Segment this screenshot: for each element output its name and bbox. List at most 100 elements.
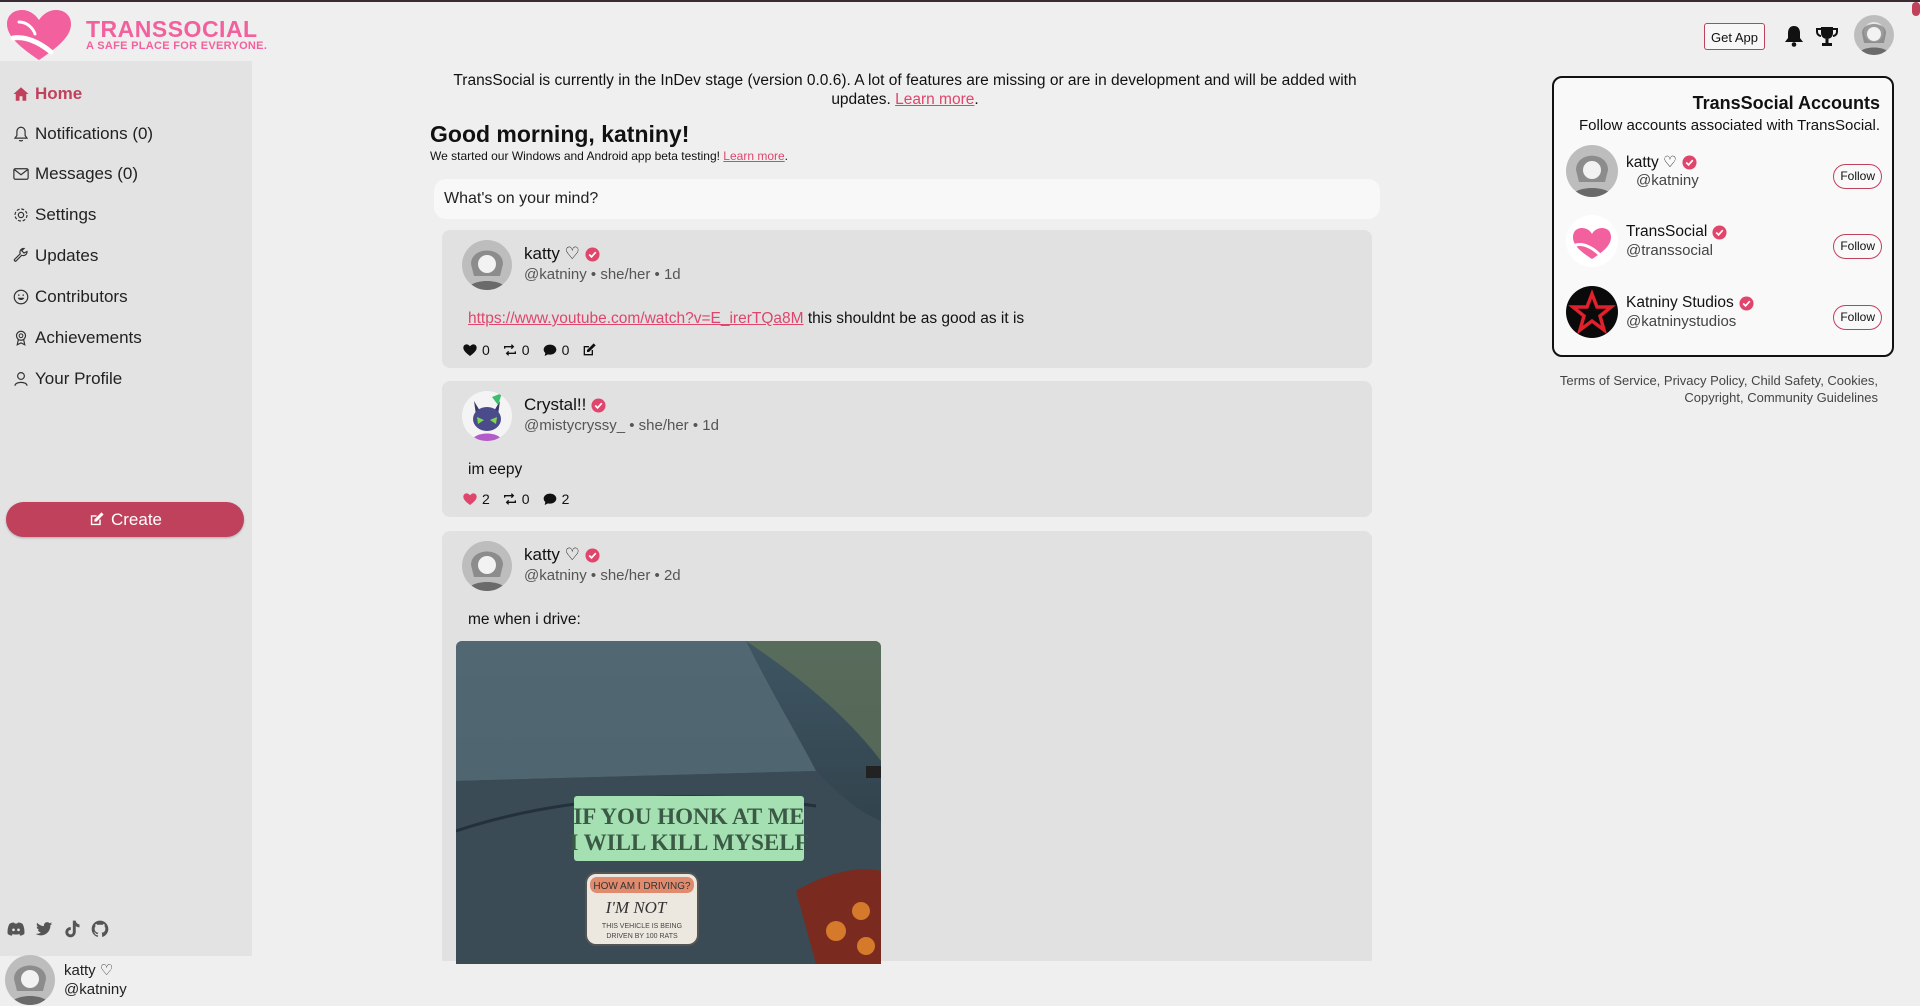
comment-button[interactable]: 0	[542, 342, 569, 358]
svg-text:DRIVEN BY 100 RATS: DRIVEN BY 100 RATS	[606, 933, 678, 940]
post-card[interactable]: katty ♡ @katniny • she/her • 2d me when …	[442, 531, 1372, 964]
tiktok-icon[interactable]	[62, 919, 82, 939]
sidebar-item-notifications[interactable]: Notifications (0)	[12, 119, 153, 149]
current-user-name: katty ♡	[64, 962, 114, 979]
logo-heart-icon[interactable]	[5, 8, 73, 64]
like-button[interactable]: 2	[462, 491, 490, 507]
post-link[interactable]: https://www.youtube.com/watch?v=E_irerTQ…	[468, 310, 804, 327]
sidebar-item-label: Achievements	[35, 328, 142, 347]
account-handle: @transsocial	[1626, 242, 1713, 259]
twitter-icon[interactable]	[34, 919, 54, 939]
sidebar-item-achievements[interactable]: Achievements	[12, 323, 142, 353]
wrench-icon	[13, 247, 28, 262]
panel-subtitle: Follow accounts associated with TransSoc…	[1579, 117, 1880, 134]
repost-icon	[503, 493, 516, 505]
svg-text:THIS VEHICLE IS BEING: THIS VEHICLE IS BEING	[602, 923, 682, 930]
svg-text:HOW AM I DRIVING?: HOW AM I DRIVING?	[593, 881, 691, 892]
post-body: https://www.youtube.com/watch?v=E_irerTQ…	[468, 310, 1024, 328]
get-app-button[interactable]: Get App	[1704, 23, 1765, 50]
scrollbar-thumb[interactable]	[1912, 2, 1920, 16]
follow-button[interactable]: Follow	[1833, 305, 1882, 330]
follow-button[interactable]: Follow	[1833, 234, 1882, 259]
edit-icon	[584, 343, 597, 356]
avatar	[1566, 145, 1618, 197]
account-handle: @katniny	[1636, 172, 1699, 189]
trophy-icon[interactable]	[1815, 24, 1839, 48]
footer-links-line-2[interactable]: Copyright, Community Guidelines	[1520, 389, 1878, 406]
repost-count: 0	[521, 342, 530, 358]
sticker-line-2: I WILL KILL MYSELF	[569, 830, 808, 855]
create-button-label: Create	[110, 509, 163, 529]
sidebar-item-profile[interactable]: Your Profile	[12, 364, 122, 394]
create-button[interactable]: Create	[6, 502, 244, 537]
like-count: 2	[482, 491, 490, 507]
account-row[interactable]: Katniny Studios @katninystudios Follow	[1566, 286, 1882, 342]
sidebar-item-label: Messages (0)	[35, 164, 138, 183]
current-user-card[interactable]: katty ♡ @katniny	[5, 954, 127, 1006]
indev-banner: TransSocial is currently in the InDev st…	[453, 72, 1357, 108]
bell-icon[interactable]	[1782, 24, 1806, 48]
repost-button[interactable]: 0	[502, 342, 530, 358]
post-card[interactable]: Crystal!! @mistycryssy_ • she/her • 1d i…	[442, 381, 1372, 517]
post-image[interactable]: IF YOU HONK AT ME I WILL KILL MYSELF HOW…	[456, 641, 881, 964]
sidebar-item-settings[interactable]: Settings	[12, 200, 96, 230]
beta-note-text: We started our Windows and Android app b…	[430, 149, 720, 163]
post-composer-input[interactable]: What's on your mind?	[434, 179, 1380, 219]
post-avatar[interactable]	[462, 391, 512, 441]
account-row[interactable]: TransSocial @transsocial Follow	[1566, 215, 1882, 271]
sidebar-item-messages[interactable]: Messages (0)	[12, 159, 138, 189]
avatar	[1566, 286, 1618, 338]
post-meta: @katniny • she/her • 1d	[524, 266, 681, 283]
greeting-heading: Good morning, katniny!	[430, 121, 690, 147]
account-row[interactable]: katty ♡ @katniny Follow	[1566, 145, 1882, 201]
avatar	[5, 955, 55, 1005]
post-card[interactable]: katty ♡ @katniny • she/her • 1d https://…	[442, 230, 1372, 368]
discord-icon[interactable]	[6, 919, 26, 939]
footer-links-line-1[interactable]: Terms of Service, Privacy Policy, Child …	[1520, 372, 1878, 389]
like-button[interactable]: 0	[462, 342, 490, 358]
account-name: TransSocial	[1626, 223, 1708, 240]
post-author-name[interactable]: katty ♡	[524, 545, 580, 565]
account-handle: @katninystudios	[1626, 313, 1737, 330]
avatar	[1566, 215, 1618, 267]
smile-icon	[13, 289, 29, 305]
beta-learn-more-link[interactable]: Learn more	[723, 149, 784, 163]
comment-icon	[543, 493, 556, 505]
like-count: 0	[482, 342, 490, 358]
post-text: this shouldnt be as good as it is	[807, 310, 1025, 327]
verified-badge-icon	[585, 547, 600, 563]
bell-icon	[13, 126, 29, 142]
sidebar-item-updates[interactable]: Updates	[12, 241, 98, 271]
user-avatar[interactable]	[1854, 15, 1894, 55]
edit-post-button[interactable]	[581, 342, 597, 358]
envelope-icon	[13, 168, 29, 180]
sidebar-item-label: Settings	[35, 205, 97, 224]
transsocial-accounts-panel: TransSocial Accounts Follow accounts ass…	[1552, 76, 1894, 357]
verified-badge-icon	[1682, 155, 1697, 170]
sidebar-item-label: Notifications (0)	[35, 124, 154, 143]
post-avatar[interactable]	[462, 240, 512, 290]
verified-badge-icon	[585, 246, 600, 262]
sidebar-item-home[interactable]: Home	[12, 79, 82, 109]
post-author-name[interactable]: Crystal!!	[524, 395, 586, 415]
github-icon[interactable]	[90, 919, 110, 939]
sidebar-item-label: Updates	[35, 246, 99, 265]
follow-button[interactable]: Follow	[1833, 164, 1882, 189]
brand-name[interactable]: TRANSSOCIAL	[86, 16, 258, 43]
verified-badge-icon	[591, 397, 606, 413]
post-author-name[interactable]: katty ♡	[524, 244, 580, 264]
beta-note: We started our Windows and Android app b…	[430, 149, 789, 163]
sidebar-item-label: Your Profile	[35, 369, 123, 388]
comment-button[interactable]: 2	[542, 491, 570, 507]
svg-text:I'M NOT: I'M NOT	[605, 898, 668, 917]
post-text: me when i drive:	[468, 611, 581, 628]
sidebar-item-contributors[interactable]: Contributors	[12, 282, 128, 312]
repost-icon	[503, 344, 516, 356]
banner-learn-more-link[interactable]: Learn more	[895, 91, 974, 108]
repost-button[interactable]: 0	[502, 491, 530, 507]
comment-icon	[543, 344, 556, 356]
sidebar: Home Notifications (0) Messages (0) Sett…	[0, 61, 252, 1005]
comment-count: 2	[561, 491, 570, 507]
verified-badge-icon	[1712, 224, 1727, 240]
post-avatar[interactable]	[462, 541, 512, 591]
